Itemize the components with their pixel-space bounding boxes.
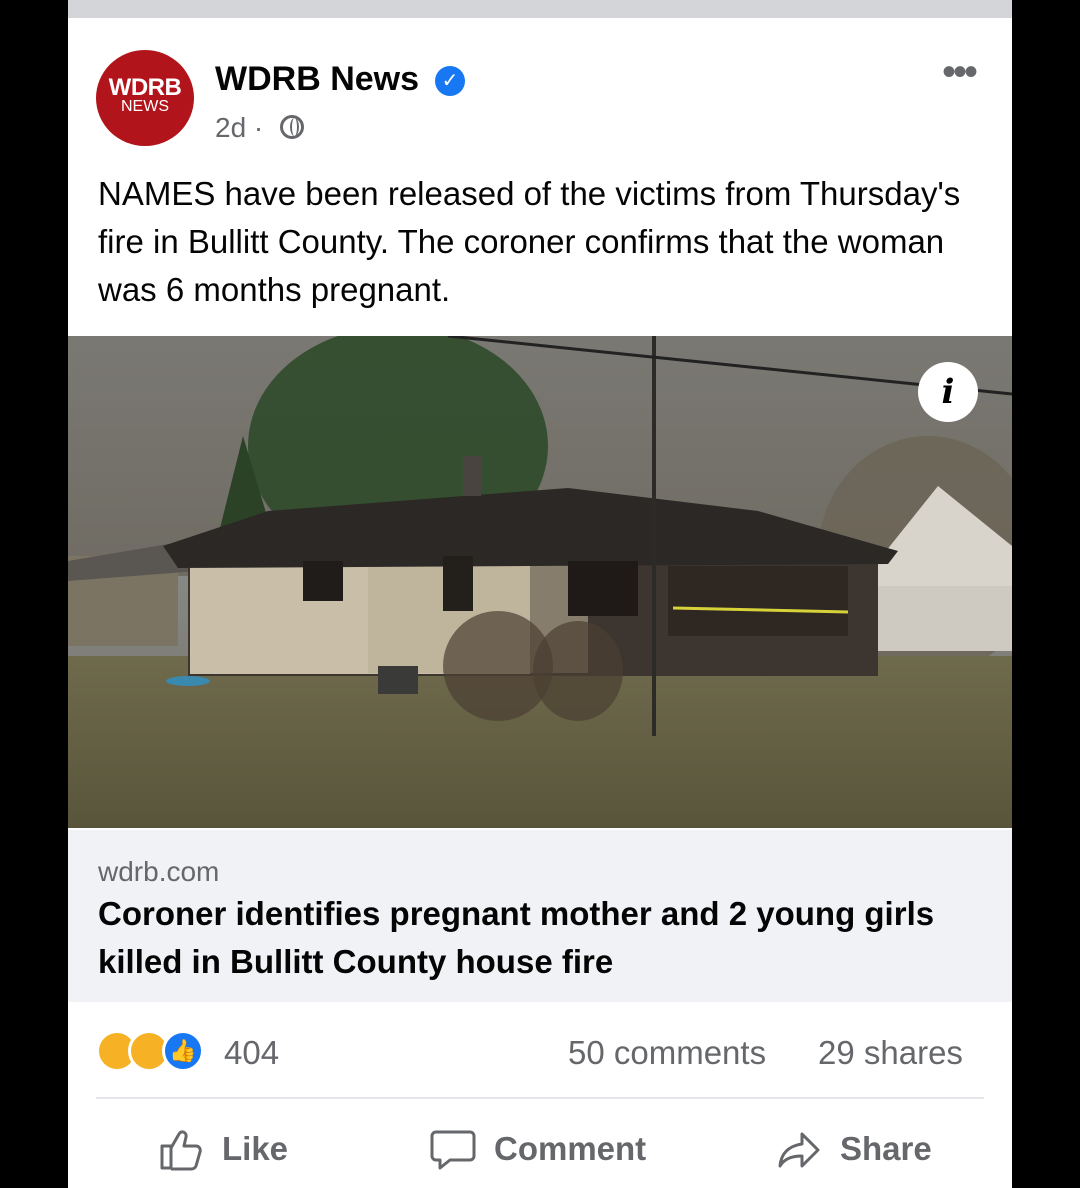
share-arrow-icon	[778, 1132, 820, 1168]
post-caption: NAMES have been released of the victims …	[98, 175, 961, 308]
burned-house-photo	[68, 336, 1012, 828]
like-label: Like	[222, 1130, 289, 1167]
share-button[interactable]: Share	[776, 1124, 932, 1174]
verified-check-icon: ✓	[435, 66, 465, 96]
reaction-count[interactable]: 404	[224, 1034, 279, 1072]
post-card: WDRB NEWS WDRB News ✓ 2d · ••• NAMES hav…	[68, 0, 1012, 1188]
avatar-logo-line2: NEWS	[121, 98, 169, 115]
like-reaction-icon: 👍	[162, 1030, 204, 1072]
action-divider	[96, 1097, 984, 1099]
globe-icon	[280, 115, 304, 139]
more-options-icon[interactable]: •••	[942, 52, 978, 92]
comment-label: Comment	[494, 1130, 647, 1167]
thumbs-up-icon	[160, 1130, 202, 1171]
reaction-icons[interactable]: 👍	[96, 1030, 226, 1076]
info-icon[interactable]: i	[918, 362, 978, 422]
page-name-link[interactable]: WDRB News	[215, 60, 419, 99]
like-button[interactable]: Like	[158, 1124, 288, 1174]
link-domain: wdrb.com	[98, 856, 220, 887]
share-label: Share	[840, 1130, 932, 1167]
comment-button[interactable]: Comment	[430, 1124, 646, 1174]
comment-icon	[430, 1130, 476, 1170]
page-avatar[interactable]: WDRB NEWS	[96, 50, 194, 146]
post-timestamp[interactable]: 2d ·	[215, 112, 263, 144]
shares-count[interactable]: 29 shares	[818, 1034, 963, 1072]
top-divider	[68, 0, 1012, 18]
link-preview-image[interactable]	[68, 336, 1012, 828]
comments-count[interactable]: 50 comments	[568, 1034, 766, 1072]
link-title[interactable]: Coroner identifies pregnant mother and 2…	[98, 890, 968, 986]
